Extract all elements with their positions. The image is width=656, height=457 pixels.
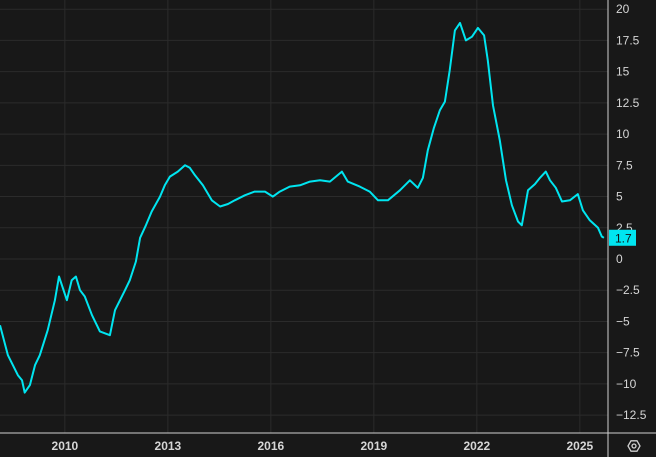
y-tick-label: −7.5 xyxy=(616,346,640,360)
x-tick-label: 2013 xyxy=(155,439,182,453)
y-tick-label: 0 xyxy=(616,252,623,266)
series-line xyxy=(0,21,605,394)
y-tick-label: 12.5 xyxy=(616,96,640,110)
last-value-badge: 1.7 xyxy=(609,229,636,246)
x-tick-label: 2025 xyxy=(566,439,593,453)
last-value-label: 1.7 xyxy=(615,231,632,245)
x-tick-label: 2019 xyxy=(361,439,388,453)
y-tick-label: −2.5 xyxy=(616,283,640,297)
y-tick-label: −12.5 xyxy=(616,408,647,422)
y-tick-label: 20 xyxy=(616,2,630,16)
y-tick-label: 7.5 xyxy=(616,158,633,172)
axes xyxy=(0,0,656,457)
y-tick-label: 5 xyxy=(616,190,623,204)
x-tick-label: 2022 xyxy=(463,439,490,453)
y-tick-label: −10 xyxy=(616,377,637,391)
x-tick-label: 2010 xyxy=(52,439,79,453)
y-tick-label: 17.5 xyxy=(616,33,640,47)
y-tick-label: 10 xyxy=(616,127,630,141)
y-tick-label: −5 xyxy=(616,314,630,328)
series-layer xyxy=(0,21,605,394)
y-tick-label: 15 xyxy=(616,65,630,79)
settings-hexagon-icon-center xyxy=(631,443,637,449)
settings-hexagon-icon xyxy=(627,440,641,452)
x-tick-label: 2016 xyxy=(258,439,285,453)
chart-container: 20 17.5 15 12.5 10 7.5 5 2.5 0 −2.5 −5 −7.5 −10 −12.5… xyxy=(0,0,656,457)
line-chart: 2017.51512.5107.552.50−2.5−5−7.5−10−12.5… xyxy=(0,0,656,457)
settings-button[interactable] xyxy=(627,440,641,452)
